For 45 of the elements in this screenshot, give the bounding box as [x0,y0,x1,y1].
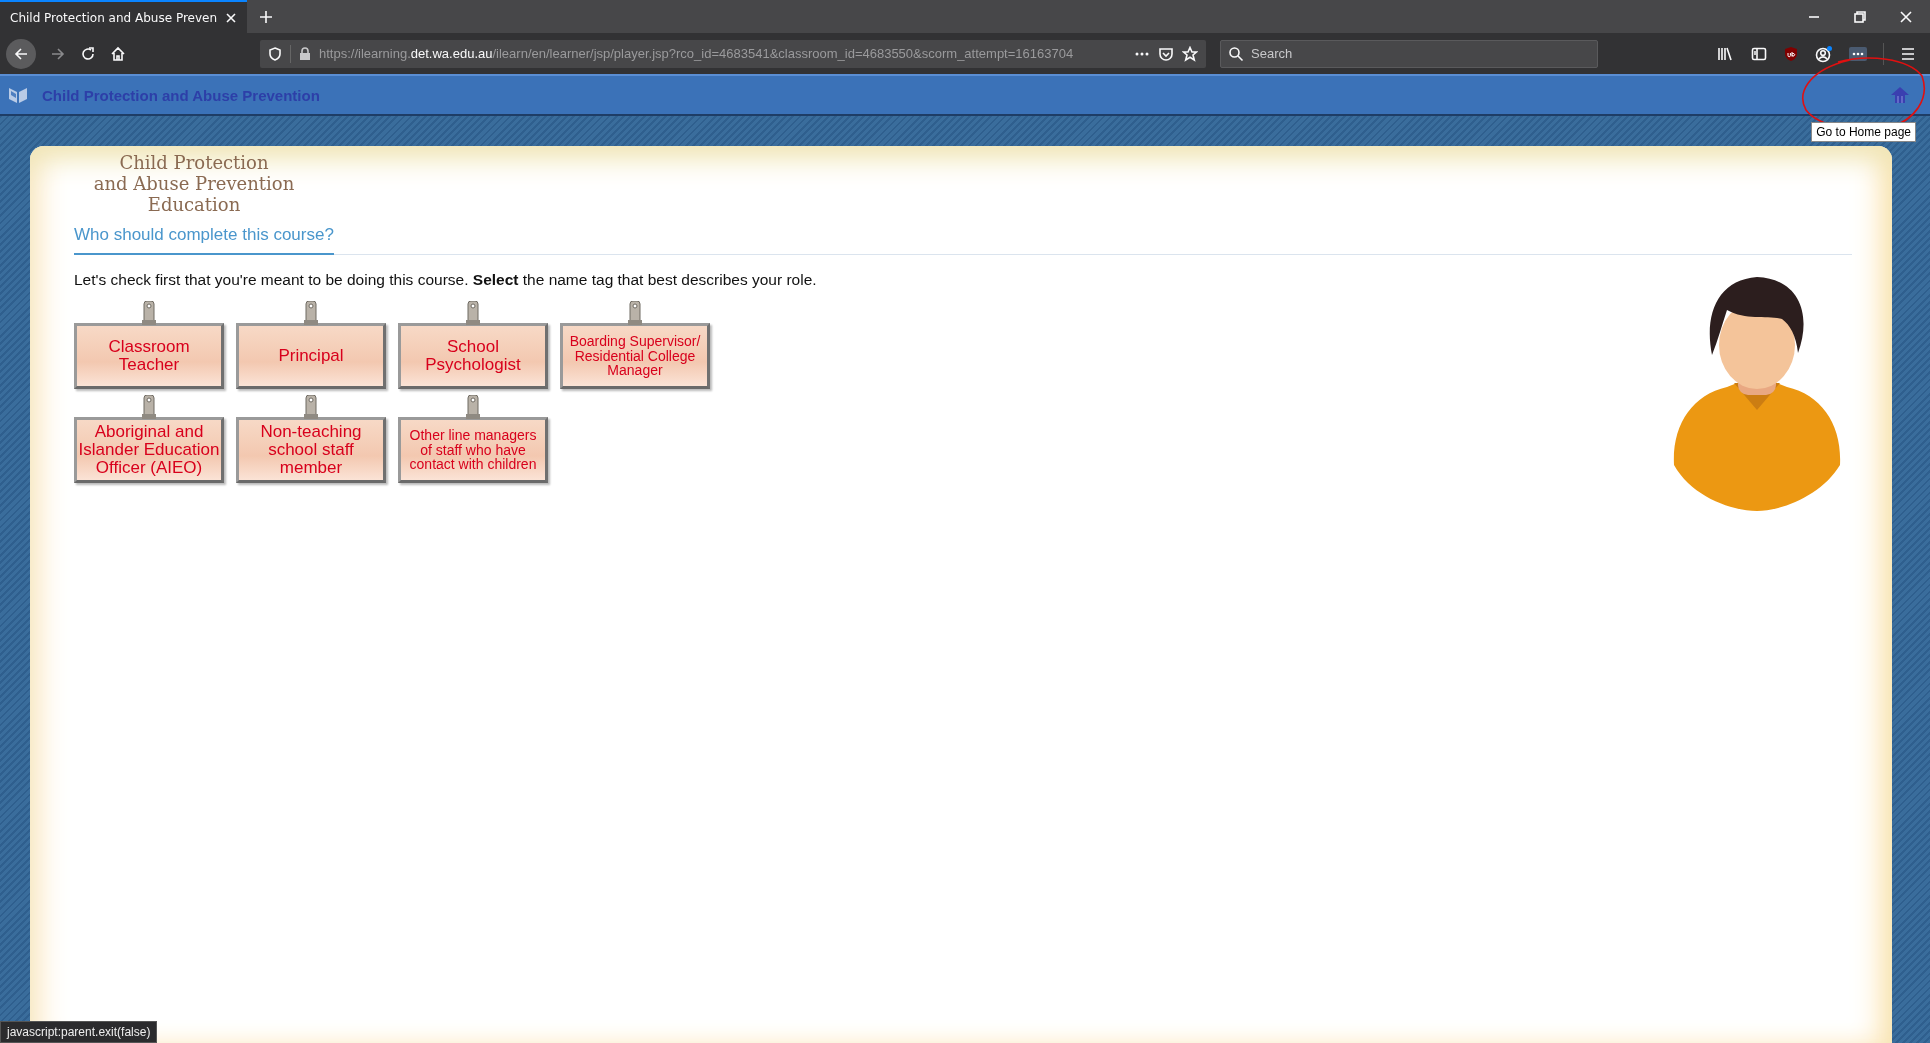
name-tag[interactable]: Aboriginal and Islander Education Officer (AIEO) [74,417,224,483]
status-text: javascript:parent.exit(false) [0,1021,158,1043]
close-icon[interactable] [1900,10,1912,23]
name-tag[interactable]: School Psychologist [398,323,548,389]
account-icon[interactable] [1815,44,1833,63]
browser-tab[interactable]: Child Protection and Abuse Preven [0,0,248,33]
clip-icon [304,301,318,325]
logo-text: and Abuse Prevention [92,173,296,194]
pocket-icon[interactable] [1158,45,1174,62]
menu-icon[interactable] [1900,45,1916,62]
name-tag[interactable]: Boarding Supervisor/ Residential College Manager [560,323,710,389]
clip-icon [466,301,480,325]
search-field[interactable]: Search [1220,39,1598,68]
clip-icon [628,301,642,325]
logo-text: Child Protection [118,152,270,173]
clip-icon [466,395,480,419]
back-button[interactable] [6,38,36,69]
clip-icon [142,301,156,325]
instruction-text: Let's check first that you're meant to be doing this course. Select the name tag that best describes your role. [74,271,817,289]
tooltip: Go to Home page [1811,122,1916,142]
lock-icon [299,46,311,61]
sidebar-icon[interactable] [1751,45,1767,62]
new-tab-icon[interactable] [259,9,274,24]
star-icon[interactable] [1182,45,1198,62]
name-tag[interactable]: Non-teaching school staff member [236,417,386,483]
tab-title: Child Protection and Abuse Preven [10,10,218,25]
clip-icon [142,395,156,419]
shield-extension-icon[interactable] [1783,45,1799,62]
clip-icon [304,395,318,419]
name-tag[interactable]: Other line managers of staff who have contact with children [398,417,548,483]
logo-text: Education [146,194,242,215]
section-heading: Who should complete this course? [74,225,334,255]
reload-icon[interactable] [80,45,96,62]
library-icon[interactable] [1717,45,1735,62]
home-icon[interactable] [110,45,126,62]
forward-icon[interactable] [50,45,66,62]
address-field[interactable]: https://ilearning.det.wa.edu.au/ilearn/en/learner/jsp/player.jsp?rco_id=4683541&classroom_id=4683550&scorm_attempt=16163704 [260,39,1206,68]
restore-icon[interactable] [1854,10,1866,23]
close-icon[interactable] [225,11,238,24]
shield-icon [268,46,282,61]
url-text: https://ilearning.det.wa.edu.au/ilearn/en/learner/jsp/player.jsp?rco_id=4683541&classroom_id=4683550&scorm_attempt=16163704 [319,46,1075,61]
back-arrow-icon [13,45,29,62]
name-tag[interactable]: Principal [236,323,386,389]
name-tag[interactable]: Classroom Teacher [74,323,224,389]
logo-icon [8,86,28,104]
